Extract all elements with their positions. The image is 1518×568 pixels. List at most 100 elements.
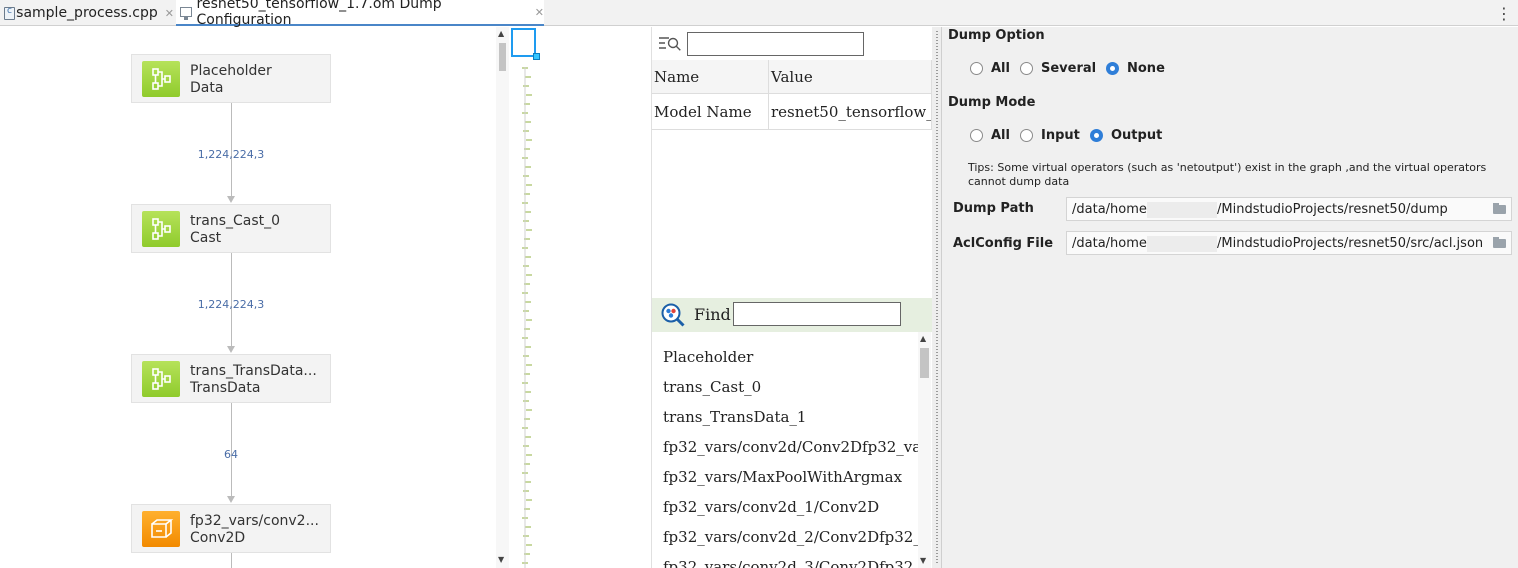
filter-search-icon[interactable]	[658, 35, 682, 53]
list-item[interactable]: fp32_vars/conv2d_2/Conv2Dfp32_vars...	[663, 528, 918, 546]
tab-label: sample_process.cpp	[16, 5, 158, 21]
tab-sample-process[interactable]: sample_process.cpp ✕	[0, 0, 174, 26]
operator-list: Placeholder trans_Cast_0 trans_TransData…	[652, 332, 918, 568]
edge-arrow	[227, 346, 235, 353]
edge-shape-label: 1,224,224,3	[197, 148, 265, 161]
find-label: Find	[694, 305, 731, 324]
node-type: TransData	[190, 380, 261, 396]
tab-dump-configuration[interactable]: resnet50_tensorflow_1.7.om Dump Configur…	[176, 0, 544, 28]
node-name: Placeholder	[190, 63, 272, 79]
property-value-cell: resnet50_tensorflow_1.7	[768, 93, 932, 130]
folder-icon[interactable]	[1493, 237, 1506, 248]
config-file-icon	[180, 5, 192, 20]
list-item[interactable]: fp32_vars/conv2d_3/Conv2Dfp32_vars...	[663, 558, 918, 568]
dump-option-several-radio[interactable]: Several	[1020, 61, 1096, 76]
edge-arrow	[227, 196, 235, 203]
list-item[interactable]: trans_TransData_1	[663, 408, 806, 426]
splitter-grip	[936, 31, 938, 564]
operator-icon	[142, 61, 180, 97]
dump-mode-title: Dump Mode	[948, 95, 1036, 110]
aclconfig-file-label: AclConfig File	[953, 236, 1054, 251]
radio-label: None	[1127, 61, 1165, 76]
operator-list-scrollbar[interactable]: ▲ ▼	[918, 332, 931, 568]
dump-option-none-radio[interactable]: None	[1106, 61, 1165, 76]
dump-path-field[interactable]: /data/home /MindstudioProjects/resnet50/…	[1066, 197, 1512, 221]
properties-panel: Name Value Model Name resnet50_tensorflo…	[651, 27, 932, 568]
column-header-value[interactable]: Value	[768, 60, 932, 94]
model-graph-canvas[interactable]: Placeholder Data 1,224,224,3 trans_Cast_…	[0, 27, 496, 568]
radio-label: Output	[1111, 128, 1163, 143]
node-type: Data	[190, 80, 224, 96]
scrollbar-thumb[interactable]	[920, 348, 929, 378]
radio-circle-selected[interactable]	[1106, 62, 1119, 75]
list-item[interactable]: fp32_vars/MaxPoolWithArgmax	[663, 468, 902, 486]
edge-shape-label: 1,224,224,3	[197, 298, 265, 311]
dump-mode-output-radio[interactable]: Output	[1090, 128, 1162, 143]
radio-circle[interactable]	[970, 62, 983, 75]
dump-option-title: Dump Option	[948, 28, 1045, 43]
radio-circle[interactable]	[1020, 62, 1033, 75]
list-item[interactable]: fp32_vars/conv2d_1/Conv2D	[663, 498, 879, 516]
graph-node[interactable]: trans_TransData... TransData	[131, 354, 331, 403]
radio-circle[interactable]	[1020, 129, 1033, 142]
close-icon[interactable]: ✕	[535, 6, 544, 19]
path-prefix: /data/home	[1072, 236, 1147, 251]
column-header-name[interactable]: Name	[652, 60, 769, 94]
graph-node[interactable]: fp32_vars/conv2... Conv2D	[131, 504, 331, 553]
scroll-up-icon[interactable]: ▲	[498, 29, 504, 38]
redacted-username	[1147, 202, 1217, 218]
redacted-username	[1147, 236, 1217, 252]
graph-scrollbar[interactable]: ▲ ▼	[496, 27, 509, 568]
close-icon[interactable]: ✕	[165, 7, 174, 20]
table-row[interactable]: Model Name resnet50_tensorflow_1.7	[652, 93, 932, 130]
graph-minimap[interactable]	[510, 27, 651, 568]
edge-shape-label: 64	[224, 448, 238, 461]
list-item[interactable]: trans_Cast_0	[663, 378, 761, 396]
scrollbar-thumb[interactable]	[499, 43, 506, 71]
find-magnifier-icon[interactable]	[661, 303, 685, 327]
more-options-icon[interactable]: ⋮	[1496, 4, 1512, 23]
tips-text: Tips: Some virtual operators (such as 'n…	[968, 161, 1487, 188]
radio-label: Input	[1041, 128, 1080, 143]
node-name: trans_Cast_0	[190, 213, 281, 229]
panel-splitter[interactable]	[932, 27, 942, 568]
radio-label: All	[991, 128, 1010, 143]
dump-configuration-panel: Dump Option All Several None Dump Mode A…	[942, 27, 1518, 568]
list-item[interactable]: fp32_vars/conv2d/Conv2Dfp32_vars/R...	[663, 438, 918, 456]
node-type: Cast	[190, 230, 222, 246]
cube-icon	[142, 511, 180, 547]
dump-option-all-radio[interactable]: All	[970, 61, 1010, 76]
find-bar: Find	[652, 298, 932, 332]
dump-path-label: Dump Path	[953, 201, 1034, 216]
operator-icon	[142, 211, 180, 247]
scroll-up-icon[interactable]: ▲	[920, 334, 926, 343]
aclconfig-file-field[interactable]: /data/home /MindstudioProjects/resnet50/…	[1066, 231, 1512, 255]
node-name: fp32_vars/conv2...	[190, 513, 319, 529]
scroll-down-icon[interactable]: ▼	[498, 555, 504, 564]
dump-mode-input-radio[interactable]: Input	[1020, 128, 1080, 143]
edge-arrow	[227, 496, 235, 503]
cpp-file-icon	[4, 6, 15, 21]
radio-circle[interactable]	[970, 129, 983, 142]
minimap-resize-handle[interactable]	[533, 53, 540, 60]
editor-tab-bar: sample_process.cpp ✕ resnet50_tensorflow…	[0, 0, 1518, 28]
scroll-down-icon[interactable]: ▼	[920, 556, 926, 565]
operator-icon	[142, 361, 180, 397]
minimap-graph-thumbnail	[522, 67, 532, 568]
table-header-row: Name Value	[652, 60, 932, 94]
tab-label: resnet50_tensorflow_1.7.om Dump Configur…	[196, 0, 442, 28]
node-type: Conv2D	[190, 530, 246, 546]
radio-label: Several	[1041, 61, 1097, 76]
path-prefix: /data/home	[1072, 202, 1147, 217]
folder-icon[interactable]	[1493, 203, 1506, 214]
dump-mode-all-radio[interactable]: All	[970, 128, 1010, 143]
radio-circle-selected[interactable]	[1090, 129, 1103, 142]
property-search-input[interactable]	[687, 32, 864, 56]
find-input[interactable]	[733, 302, 901, 326]
property-search-row	[652, 27, 932, 59]
list-item[interactable]: Placeholder	[663, 348, 753, 366]
radio-label: All	[991, 61, 1010, 76]
graph-node[interactable]: trans_Cast_0 Cast	[131, 204, 331, 253]
path-suffix: /MindstudioProjects/resnet50/dump	[1217, 202, 1448, 217]
graph-node[interactable]: Placeholder Data	[131, 54, 331, 103]
